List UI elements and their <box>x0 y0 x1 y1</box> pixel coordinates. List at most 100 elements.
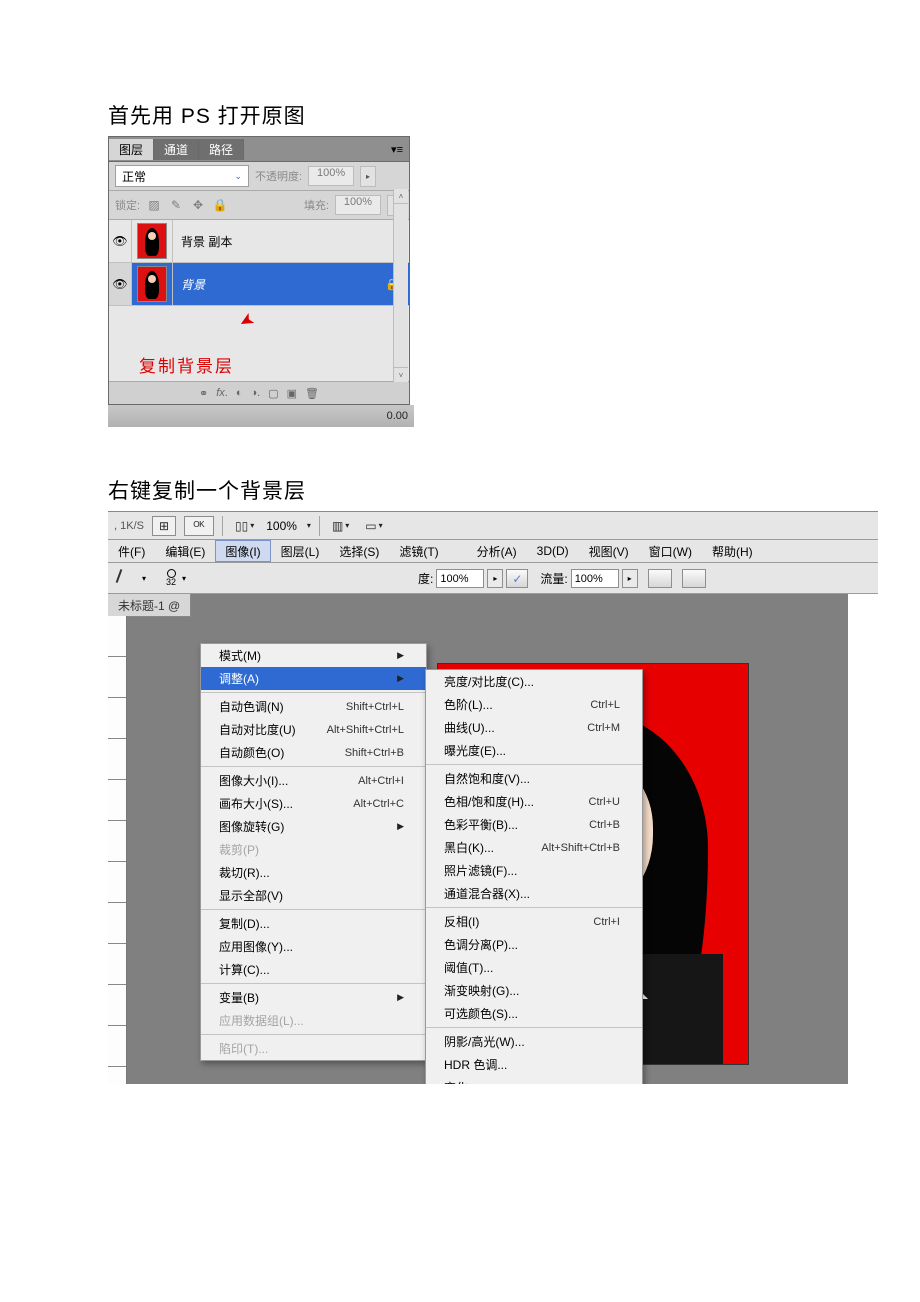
submenu-arrow-icon: ▶ <box>397 992 404 1003</box>
options-bar: ▾ 32 ▾ 度: 100% ▸ ✓ 流量: 100% ▸ <box>108 563 878 594</box>
lock-icons[interactable]: ▨ ✎ ✥ 🔒 <box>146 198 228 212</box>
trash-icon[interactable]: 🗑 <box>305 387 319 400</box>
opacity-label: 度: <box>418 570 433 587</box>
menu-item[interactable]: 调整(A)▶ <box>201 667 426 690</box>
opacity-flyout-button[interactable]: ▸ <box>360 166 376 187</box>
layers-footer: ⚭ fx. ◐ ◑. ▢ ▣ 🗑 <box>109 381 409 404</box>
menu-item[interactable]: 变量(B)▶ <box>201 986 426 1009</box>
opacity-input[interactable]: 100% <box>308 166 354 186</box>
layer-thumbnail[interactable] <box>132 220 173 262</box>
opacity-input[interactable]: 100% <box>436 569 484 588</box>
menu-item[interactable]: 图像旋转(G)▶ <box>201 815 426 838</box>
view-mode-button[interactable]: ▥ ▾ <box>328 515 353 537</box>
chevron-down-icon: ⌄ <box>234 171 242 182</box>
menu-item[interactable]: 照片滤镜(F)... <box>426 859 642 882</box>
zoom-level[interactable]: 100% <box>266 519 297 533</box>
lock-position-icon[interactable]: ✥ <box>190 198 206 212</box>
tab-layers[interactable]: 图层 <box>109 139 154 160</box>
menu-item[interactable]: 模式(M)▶ <box>201 644 426 667</box>
lock-label: 锁定: <box>115 197 140 213</box>
fx-icon[interactable]: fx. <box>216 387 228 399</box>
menu-select[interactable]: 选择(S) <box>329 540 389 562</box>
tool-icon[interactable] <box>114 567 136 589</box>
menu-item[interactable]: 画布大小(S)...Alt+Ctrl+C <box>201 792 426 815</box>
vertical-ruler <box>108 616 127 1084</box>
menu-item[interactable]: 图像大小(I)...Alt+Ctrl+I <box>201 769 426 792</box>
flyout-button[interactable]: ▸ <box>487 569 503 588</box>
menu-item[interactable]: 应用图像(Y)... <box>201 935 426 958</box>
menu-item[interactable]: 自动色调(N)Shift+Ctrl+L <box>201 695 426 718</box>
menu-item[interactable]: 自动对比度(U)Alt+Shift+Ctrl+L <box>201 718 426 741</box>
brush-size: 32 <box>166 578 176 587</box>
panel-menu-icon[interactable]: ▾≡ <box>385 143 409 156</box>
new-layer-icon[interactable]: ▣ <box>287 387 297 400</box>
screen-mode-button[interactable]: ▯▯ ▾ <box>231 515 258 537</box>
menu-item[interactable]: 色调分离(P)... <box>426 933 642 956</box>
menu-view[interactable]: 视图(V) <box>579 540 639 562</box>
mask-icon[interactable]: ◐ <box>236 387 243 399</box>
lock-all-icon[interactable]: 🔒 <box>212 198 228 212</box>
pressure-opacity-icon[interactable]: ✓ <box>506 569 528 588</box>
menu-edit[interactable]: 编辑(E) <box>155 540 215 562</box>
group-icon[interactable]: ▢ <box>268 387 278 400</box>
view-mode-button[interactable]: ▭ ▾ <box>361 515 386 537</box>
menu-item[interactable]: 亮度/对比度(C)... <box>426 670 642 693</box>
menu-file[interactable]: 件(F) <box>108 540 155 562</box>
menu-item[interactable]: 可选颜色(S)... <box>426 1002 642 1025</box>
lock-pixels-icon[interactable]: ✎ <box>168 198 184 212</box>
flyout-button[interactable]: ▸ <box>622 569 638 588</box>
menu-item[interactable]: HDR 色调... <box>426 1053 642 1076</box>
airbrush-icon[interactable] <box>648 569 672 588</box>
adjustment-icon[interactable]: ◑. <box>251 387 261 399</box>
menu-filter[interactable]: 滤镜(T) <box>389 540 448 562</box>
menu-help[interactable]: 帮助(H) <box>702 540 763 562</box>
menu-item[interactable]: 阴影/高光(W)... <box>426 1030 642 1053</box>
menu-item[interactable]: 复制(D)... <box>201 912 426 935</box>
menu-analysis[interactable]: 分析(A) <box>467 540 527 562</box>
scroll-down-icon[interactable]: ˅ <box>394 367 408 382</box>
menu-item[interactable]: 曝光度(E)... <box>426 739 642 762</box>
layer-thumbnail[interactable] <box>132 263 173 305</box>
visibility-eye-icon[interactable]: 👁 <box>109 263 132 305</box>
tool-button[interactable]: ⊞ <box>152 516 176 536</box>
menu-item[interactable]: 色彩平衡(B)...Ctrl+B <box>426 813 642 836</box>
menu-item[interactable]: 黑白(K)...Alt+Shift+Ctrl+B <box>426 836 642 859</box>
lock-transparent-icon[interactable]: ▨ <box>146 198 162 212</box>
menu-item[interactable]: 裁切(R)... <box>201 861 426 884</box>
opacity-label: 不透明度: <box>255 168 302 184</box>
menu-item[interactable]: 色相/饱和度(H)...Ctrl+U <box>426 790 642 813</box>
menu-item: 应用数据组(L)... <box>201 1009 426 1032</box>
menu-item[interactable]: 自动颜色(O)Shift+Ctrl+B <box>201 741 426 764</box>
menu-item[interactable]: 曲线(U)...Ctrl+M <box>426 716 642 739</box>
scrollbar[interactable]: ˄ ˅ <box>393 189 408 382</box>
menu-item[interactable]: 自然饱和度(V)... <box>426 767 642 790</box>
menu-item[interactable]: 显示全部(V) <box>201 884 426 907</box>
menu-item[interactable]: 通道混合器(X)... <box>426 882 642 905</box>
tab-channels[interactable]: 通道 <box>154 139 199 160</box>
fill-input[interactable]: 100% <box>335 195 381 215</box>
menu-item[interactable]: 计算(C)... <box>201 958 426 981</box>
tab-paths[interactable]: 路径 <box>199 139 244 160</box>
menu-item[interactable]: 阈值(T)... <box>426 956 642 979</box>
pressure-size-icon[interactable] <box>682 569 706 588</box>
link-layers-icon[interactable]: ⚭ <box>199 387 208 400</box>
document-tab[interactable]: 未标题-1 @ <box>108 594 191 617</box>
flow-input[interactable]: 100% <box>571 569 619 588</box>
tool-button[interactable]: ᴼᴷ <box>184 516 214 536</box>
menu-item[interactable]: 色阶(L)...Ctrl+L <box>426 693 642 716</box>
submenu-arrow-icon: ▶ <box>397 673 404 684</box>
layer-row[interactable]: 👁 背景 🔒 <box>109 263 409 306</box>
submenu-arrow-icon: ▶ <box>397 650 404 661</box>
blend-mode-select[interactable]: 正常 ⌄ <box>115 165 249 187</box>
scroll-up-icon[interactable]: ˄ <box>394 189 408 204</box>
menu-window[interactable]: 窗口(W) <box>639 540 702 562</box>
menu-item[interactable]: 反相(I)Ctrl+I <box>426 910 642 933</box>
menu-item[interactable]: 渐变映射(G)... <box>426 979 642 1002</box>
menu-layer[interactable]: 图层(L) <box>271 540 330 562</box>
menu-3d[interactable]: 3D(D) <box>527 540 579 562</box>
layer-row[interactable]: 👁 背景 副本 <box>109 220 409 263</box>
menu-item: 裁剪(P) <box>201 838 426 861</box>
menu-item[interactable]: 变化... <box>426 1076 642 1084</box>
visibility-eye-icon[interactable]: 👁 <box>109 220 132 262</box>
menu-image[interactable]: 图像(I) <box>215 540 270 562</box>
